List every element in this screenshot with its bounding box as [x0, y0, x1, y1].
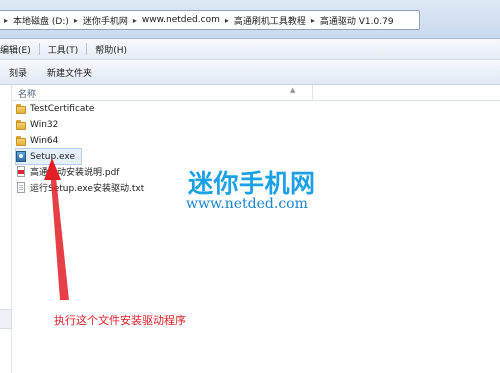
column-name-header[interactable]: 名称	[18, 87, 36, 100]
watermark-title: 迷你手机网	[188, 169, 316, 198]
chevron-right-icon: ▸	[132, 15, 137, 25]
menu-tools[interactable]: 工具(T)	[40, 43, 87, 56]
file-row-readme-txt[interactable]: 运行Setup.exe安装驱动.txt	[16, 180, 144, 195]
burn-button[interactable]: 刻录	[0, 66, 37, 79]
breadcrumb-folder-driver[interactable]: ▸ 高通驱动 V1.0.79	[306, 11, 394, 29]
watermark-url: www.netded.com	[186, 196, 308, 212]
folder-icon	[16, 119, 26, 131]
menu-help[interactable]: 帮助(H)	[87, 43, 135, 56]
text-file-icon	[16, 181, 26, 194]
sort-up-icon[interactable]: ▲	[290, 86, 295, 94]
file-row-testcertificate[interactable]: TestCertificate	[16, 101, 94, 116]
command-bar: 刻录 新建文件夹	[0, 60, 500, 85]
breadcrumb-folder-domain[interactable]: ▸ www.netded.com	[128, 11, 220, 29]
file-row-install-pdf[interactable]: 高通驱动安装说明.pdf	[16, 164, 119, 179]
breadcrumb-drive[interactable]: ▸ 本地磁盘 (D:)	[0, 11, 69, 29]
column-header: 名称 ▲	[12, 85, 500, 101]
address-bar-area: ▸ 本地磁盘 (D:) ▸ 迷你手机网 ▸ www.netded.com ▸ 高通刷机工…	[0, 0, 500, 39]
annotation-text: 执行这个文件安装驱动程序	[54, 314, 186, 327]
file-name: TestCertificate	[30, 103, 95, 114]
breadcrumb-folder-site[interactable]: ▸ 迷你手机网	[69, 11, 128, 29]
menu-bar: 编辑(E) 工具(T) 帮助(H)	[0, 39, 500, 60]
file-row-setup-exe[interactable]: Setup.exe	[15, 148, 83, 165]
file-name: 运行Setup.exe安装驱动.txt	[30, 184, 145, 194]
pdf-icon	[16, 165, 26, 178]
navigation-pane-handle[interactable]	[0, 309, 12, 329]
column-divider[interactable]	[312, 85, 313, 100]
file-name: Setup.exe	[30, 151, 76, 162]
folder-icon	[16, 103, 26, 115]
chevron-right-icon: ▸	[4, 15, 9, 25]
file-name: 高通驱动安装说明.pdf	[30, 168, 120, 178]
file-row-win32[interactable]: Win32	[16, 117, 58, 132]
file-name: Win64	[30, 135, 59, 146]
setup-exe-icon	[16, 150, 26, 163]
chevron-right-icon: ▸	[73, 15, 78, 25]
chevron-right-icon: ▸	[224, 15, 229, 25]
navigation-pane[interactable]	[0, 85, 12, 373]
file-row-win64[interactable]: Win64	[16, 133, 58, 148]
folder-icon	[16, 135, 26, 147]
file-name: Win32	[30, 119, 59, 130]
address-breadcrumb[interactable]: ▸ 本地磁盘 (D:) ▸ 迷你手机网 ▸ www.netded.com ▸ 高通刷机工…	[0, 10, 420, 30]
chevron-right-icon: ▸	[310, 15, 315, 25]
new-folder-button[interactable]: 新建文件夹	[37, 66, 102, 79]
breadcrumb-folder-tutorial[interactable]: ▸ 高通刷机工具教程	[220, 11, 306, 29]
menu-edit[interactable]: 编辑(E)	[0, 43, 39, 56]
